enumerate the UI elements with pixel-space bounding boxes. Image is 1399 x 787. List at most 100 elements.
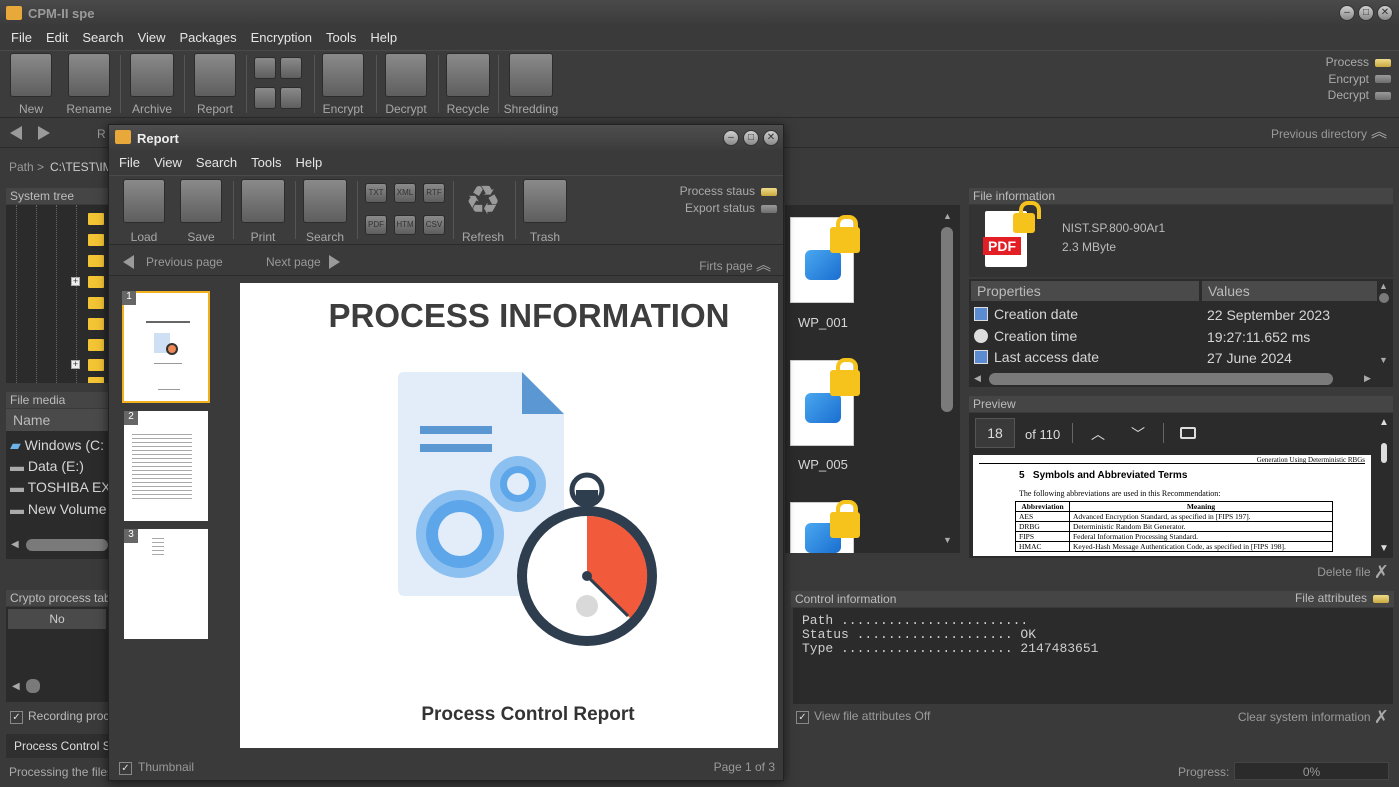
horizontal-scrollbar[interactable]: [26, 679, 40, 693]
menu-edit[interactable]: Edit: [46, 30, 68, 45]
shredding-button[interactable]: Shredding: [502, 53, 560, 116]
txt-icon[interactable]: TXT: [365, 183, 387, 203]
menu-search[interactable]: Search: [82, 30, 123, 45]
thumbnail[interactable]: 1: [122, 291, 210, 403]
back-arrow-icon[interactable]: [10, 126, 22, 140]
encrypt-button[interactable]: Encrypt: [320, 53, 366, 116]
scroll-up-icon[interactable]: ▲: [1379, 281, 1388, 291]
folder-icon[interactable]: [88, 213, 104, 225]
rtf-icon[interactable]: RTF: [423, 183, 445, 203]
drive-item[interactable]: ▰ Windows (C:: [10, 437, 104, 454]
folder-icon[interactable]: [88, 234, 104, 246]
name-column-header[interactable]: Name: [6, 409, 108, 431]
thumbnail[interactable]: 3: [124, 529, 208, 639]
next-page-button[interactable]: Next page: [266, 255, 340, 269]
menu-packages[interactable]: Packages: [180, 30, 237, 45]
prev-page-icon[interactable]: ︿: [1091, 424, 1105, 444]
page-number-input[interactable]: 18: [975, 418, 1015, 448]
scroll-left-icon[interactable]: ◀: [974, 373, 981, 384]
maximize-button[interactable]: □: [1358, 5, 1374, 21]
folder-icon[interactable]: [88, 318, 104, 330]
htm-icon[interactable]: HTM: [394, 215, 416, 235]
previous-page-button[interactable]: Previous page: [123, 255, 223, 269]
report-button[interactable]: Report: [192, 53, 238, 116]
menu-encryption[interactable]: Encryption: [251, 30, 312, 45]
folder-icon[interactable]: [88, 276, 104, 288]
horizontal-scrollbar[interactable]: [989, 373, 1333, 385]
vertical-scrollbar[interactable]: [1379, 293, 1389, 303]
properties-column-header[interactable]: Properties: [971, 281, 1199, 301]
report-menu-tools[interactable]: Tools: [251, 155, 281, 170]
first-page-button[interactable]: Firts page ︽: [699, 254, 771, 275]
menu-file[interactable]: File: [11, 30, 32, 45]
expand-icon[interactable]: +: [71, 360, 80, 369]
report-minimize-button[interactable]: –: [723, 130, 739, 146]
report-menu-help[interactable]: Help: [295, 155, 322, 170]
scroll-down-icon[interactable]: ▼: [1379, 355, 1388, 365]
property-row[interactable]: Last access date: [974, 349, 1099, 365]
recording-checkbox[interactable]: ✓ Recording proc: [10, 709, 109, 724]
xml-icon[interactable]: XML: [394, 183, 416, 203]
close-button[interactable]: ✕: [1377, 5, 1393, 21]
trash-button[interactable]: Trash: [522, 179, 568, 244]
file-name[interactable]: WP_005: [798, 457, 848, 472]
archive-button[interactable]: Archive: [128, 53, 176, 116]
rename-button[interactable]: Rename: [66, 53, 112, 116]
thumbnail-checkbox[interactable]: ✓ Thumbnail: [119, 760, 194, 775]
expand-icon[interactable]: +: [71, 277, 80, 286]
decrypt-button[interactable]: Decrypt: [382, 53, 430, 116]
drive-item[interactable]: ▬ New Volume: [10, 501, 106, 517]
report-menu-search[interactable]: Search: [196, 155, 237, 170]
scroll-left-icon[interactable]: ◀: [11, 539, 19, 550]
csv-icon[interactable]: CSV: [423, 215, 445, 235]
drive-item[interactable]: ▬ Data (E:): [10, 458, 84, 474]
previous-directory-button[interactable]: Previous directory: [1271, 127, 1367, 141]
report-menu-file[interactable]: File: [119, 155, 140, 170]
folder-icon[interactable]: [88, 255, 104, 267]
report-menu-view[interactable]: View: [154, 155, 182, 170]
path-value[interactable]: C:\TEST\IM: [50, 160, 113, 174]
refresh-button[interactable]: ♻ Refresh: [458, 179, 508, 244]
no-column-header[interactable]: No: [8, 609, 106, 629]
property-row[interactable]: Creation date: [974, 306, 1078, 322]
save-button[interactable]: Save: [178, 179, 224, 244]
values-column-header[interactable]: Values: [1202, 281, 1377, 301]
menu-help[interactable]: Help: [370, 30, 397, 45]
folder-icon[interactable]: [88, 297, 104, 309]
folder-icon[interactable]: [88, 359, 104, 371]
up-chevron-icon[interactable]: ︽: [1371, 125, 1387, 141]
scroll-down-icon[interactable]: ▼: [943, 535, 952, 545]
print-button[interactable]: Print: [240, 179, 286, 244]
minimize-button[interactable]: –: [1339, 5, 1355, 21]
scroll-right-icon[interactable]: ▶: [1364, 373, 1371, 384]
thumbnail[interactable]: 2: [124, 411, 208, 521]
menu-tools[interactable]: Tools: [326, 30, 356, 45]
fit-page-icon[interactable]: [1180, 427, 1196, 439]
batch-tools[interactable]: [252, 55, 308, 113]
recycle-button[interactable]: Recycle: [444, 53, 492, 116]
folder-icon[interactable]: [88, 339, 104, 351]
scroll-up-icon[interactable]: ▲: [1379, 417, 1389, 428]
view-attributes-checkbox[interactable]: ✓ View file attributes Off: [796, 709, 930, 724]
report-maximize-button[interactable]: □: [743, 130, 759, 146]
new-button[interactable]: New: [8, 53, 54, 116]
horizontal-scrollbar[interactable]: [26, 539, 108, 551]
folder-icon[interactable]: [88, 377, 104, 383]
system-tree[interactable]: + +: [6, 205, 108, 383]
pdf-icon[interactable]: PDF: [365, 215, 387, 235]
next-page-icon[interactable]: ﹀: [1131, 424, 1145, 444]
load-button[interactable]: Load: [121, 179, 167, 244]
scroll-left-icon[interactable]: ◀: [12, 681, 20, 692]
vertical-scrollbar[interactable]: [941, 227, 953, 412]
scroll-up-icon[interactable]: ▲: [943, 211, 952, 221]
menu-view[interactable]: View: [138, 30, 166, 45]
file-name[interactable]: WP_001: [798, 315, 848, 330]
forward-arrow-icon[interactable]: [38, 126, 50, 140]
drive-item[interactable]: ▬ TOSHIBA EXT: [10, 479, 108, 495]
vertical-scrollbar[interactable]: [1381, 443, 1387, 463]
search-button[interactable]: Search: [302, 179, 348, 244]
scroll-down-icon[interactable]: ▼: [1379, 543, 1389, 554]
delete-file-button[interactable]: Delete file ✗: [1317, 562, 1389, 583]
report-close-button[interactable]: ✕: [763, 130, 779, 146]
process-control-tab[interactable]: Process Control Sh: [6, 734, 108, 758]
